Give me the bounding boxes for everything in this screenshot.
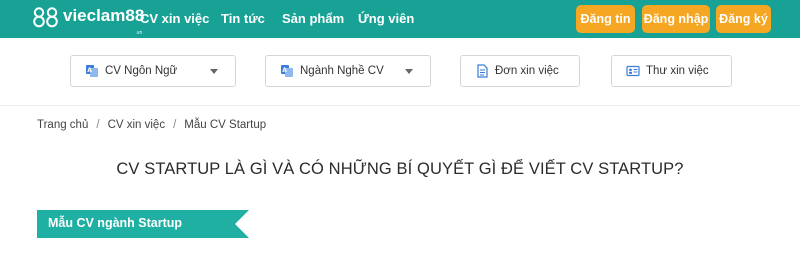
cv-filter-bar: A CV Ngôn Ngữ A Ngành Nghề CV Đơn xin vi… [0, 38, 800, 106]
section-banner-label: Mẫu CV ngành Startup [48, 216, 183, 230]
cv-language-dropdown[interactable]: A CV Ngôn Ngữ [70, 55, 236, 87]
translate-icon: A [281, 65, 293, 77]
register-button[interactable]: Đăng ký [716, 5, 771, 33]
post-job-button[interactable]: Đăng tin [576, 5, 635, 33]
cover-letter-link[interactable]: Thư xin việc [611, 55, 732, 87]
document-icon [477, 64, 488, 78]
page-title: CV STARTUP LÀ GÌ VÀ CÓ NHỮNG BÍ QUYẾT GÌ… [116, 160, 684, 178]
breadcrumb: Trang chủ / CV xin việc / Mẫu CV Startup [37, 119, 266, 131]
application-letter-link[interactable]: Đơn xin việc [460, 55, 580, 87]
breadcrumb-current: Mẫu CV Startup [184, 119, 267, 131]
cv-industry-dropdown[interactable]: A Ngành Nghề CV [265, 55, 431, 87]
login-button[interactable]: Đăng nhập [642, 5, 710, 33]
nav-san-pham[interactable]: Sản phẩm [282, 11, 344, 27]
nav-cv-xin-viec[interactable]: CV xin việc [140, 11, 209, 27]
cv-language-label: CV Ngôn Ngữ [105, 65, 178, 77]
breadcrumb-separator: / [173, 119, 177, 131]
breadcrumb-separator: / [96, 119, 100, 131]
cv-industry-label: Ngành Nghề CV [300, 65, 384, 77]
logo-88-icon [33, 7, 58, 28]
site-logo[interactable]: vieclam88 .vn [31, 6, 144, 36]
translate-icon: A [86, 65, 98, 77]
chevron-down-icon [405, 69, 413, 74]
nav-ung-vien[interactable]: Ứng viên [358, 11, 414, 27]
breadcrumb-home[interactable]: Trang chủ [37, 119, 88, 131]
svg-text:A: A [87, 67, 92, 74]
section-banner: Mẫu CV ngành Startup [37, 210, 249, 238]
breadcrumb-cv-xin-viec[interactable]: CV xin việc [108, 119, 166, 131]
application-letter-label: Đơn xin việc [495, 65, 559, 77]
chevron-down-icon [210, 69, 218, 74]
nav-tin-tuc[interactable]: Tin tức [221, 11, 265, 27]
cover-letter-label: Thư xin việc [646, 65, 709, 77]
logo-text: vieclam88 .vn [63, 6, 144, 36]
top-navigation-bar: vieclam88 .vn CV xin việc Tin tức Sản ph… [0, 0, 800, 38]
svg-text:A: A [282, 67, 287, 74]
id-card-icon [626, 65, 640, 77]
